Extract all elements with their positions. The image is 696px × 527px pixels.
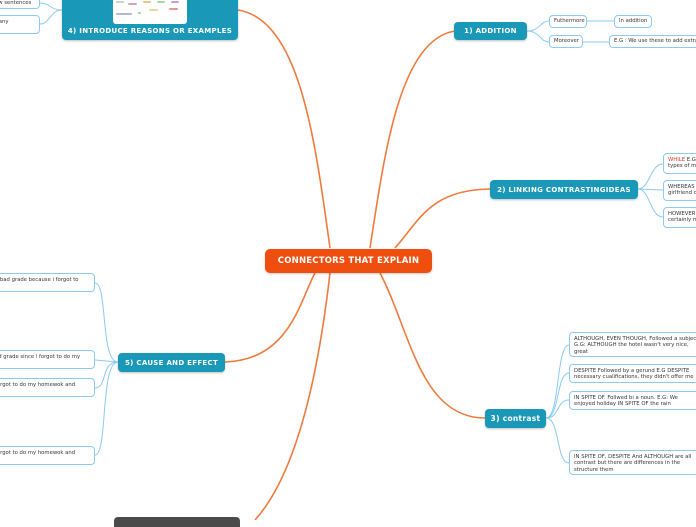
branch-partial-bottom[interactable] xyxy=(114,517,240,527)
link-central-dark xyxy=(254,272,331,520)
link-central-contrasting xyxy=(394,188,491,249)
leaf-whereas[interactable]: WHEREAS girlfriend c xyxy=(663,180,696,201)
leaf-moreover-example[interactable]: E.G : We use these to add extra xyxy=(609,35,696,48)
leaf-in-addition[interactable]: In addition xyxy=(614,15,652,28)
leaf-new-sentences[interactable]: ew sentences xyxy=(0,0,40,9)
branch-addition[interactable]: 1) ADDITION xyxy=(454,22,527,40)
link-central-contrast xyxy=(379,272,486,419)
link-central-reasons xyxy=(237,9,331,249)
leaf-although[interactable]: ALTHOUGH, EVEN THOUGH, Followed a subjec… xyxy=(569,332,696,357)
link-central-addition xyxy=(369,30,456,249)
highlight-while: WHILE xyxy=(668,157,686,163)
leaf-while[interactable]: WHILE E.G types of m xyxy=(663,153,696,174)
embedded-image xyxy=(113,0,187,24)
branch-contrast-label: 3) contrast xyxy=(490,414,541,423)
branch-contrast[interactable]: 3) contrast xyxy=(485,409,546,428)
leaf-futhermore[interactable]: Futhermore xyxy=(549,15,587,28)
link-central-cause xyxy=(224,272,316,363)
central-topic[interactable]: CONNECTORS THAT EXPLAIN xyxy=(265,249,432,273)
leaf-cause-because[interactable]: a bad grade because i forgot to xyxy=(0,273,95,292)
branch-contrasting-ideas[interactable]: 2) LINKING CONTRASTINGIDEAS xyxy=(490,180,638,199)
leaf-despite[interactable]: DESPITE Followed by a gerund E.G DESPITE… xyxy=(569,364,696,383)
branch-addition-label: 1) ADDITION xyxy=(464,27,517,35)
central-topic-label: CONNECTORS THAT EXPLAIN xyxy=(277,256,420,266)
leaf-structure-differences[interactable]: IN SPITE OF, DESPITE And ALTHOUGH are al… xyxy=(569,450,696,475)
branch-reasons-label: 4) INTRODUCE REASONS OR EXAMPLES xyxy=(67,27,233,35)
leaf-cause-since[interactable]: ad grade since i forgot to do my xyxy=(0,350,95,369)
leaf-moreover[interactable]: Moreover xyxy=(549,35,583,48)
leaf-cause-homework-2[interactable]: forgot to do my homewok and xyxy=(0,446,95,465)
leaf-in-spite-of[interactable]: IN SPITE OF. Follwed bi a noun. E.G: We … xyxy=(569,391,696,410)
leaf-any[interactable]: t any xyxy=(0,15,40,34)
branch-contrasting-label: 2) LINKING CONTRASTINGIDEAS xyxy=(497,185,631,194)
branch-cause-label: 5) CAUSE AND EFFECT xyxy=(124,358,219,367)
leaf-cause-homework-1[interactable]: forgot to do my homewok and xyxy=(0,378,95,397)
branch-cause-effect[interactable]: 5) CAUSE AND EFFECT xyxy=(118,353,225,372)
leaf-however[interactable]: HOWEVER certainly m xyxy=(663,207,696,228)
